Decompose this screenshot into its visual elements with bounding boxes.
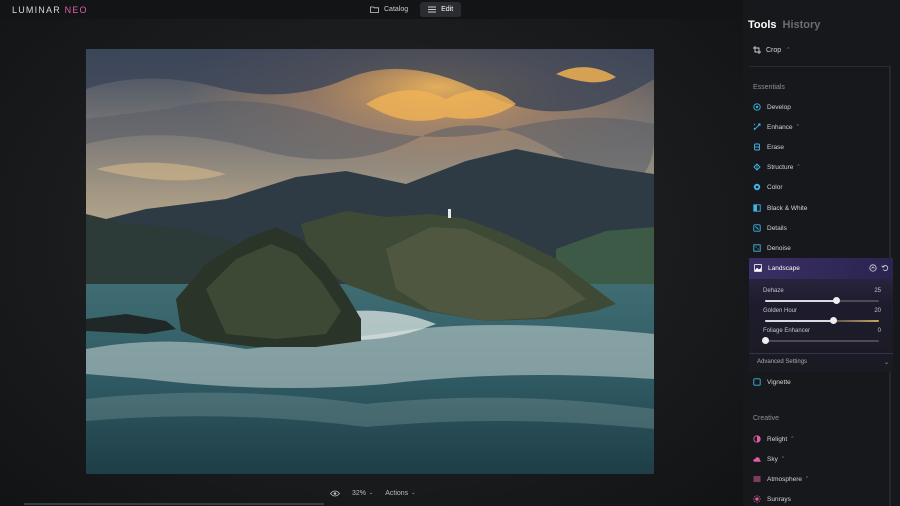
sliders-icon <box>428 6 437 13</box>
advanced-settings-toggle[interactable]: Advanced Settings ⌄ <box>757 359 889 366</box>
denoise-icon <box>753 244 761 252</box>
foliage-enhancer-value: 0 <box>877 328 881 334</box>
canvas-horizontal-scrollbar[interactable] <box>24 503 324 505</box>
slider-thumb[interactable] <box>762 337 769 344</box>
golden-hour-slider[interactable]: Golden Hour 20 <box>763 308 881 324</box>
foliage-enhancer-label: Foliage Enhancer <box>763 328 811 334</box>
landscape-header[interactable]: Landscape <box>749 258 893 279</box>
show-hide-icon[interactable] <box>869 264 877 272</box>
tools-panel: Tools History Crop ⌃ Essentials Develop … <box>743 0 900 506</box>
chevron-down-icon: ⌃ <box>786 47 791 53</box>
vignette-icon <box>753 378 761 386</box>
slider-track[interactable] <box>765 297 879 304</box>
panel-divider <box>749 66 889 67</box>
chevron-down-icon: ⌄ <box>411 490 416 496</box>
dehaze-slider[interactable]: Dehaze 25 <box>763 288 881 304</box>
chevron-down-icon: ⌃ <box>790 436 795 442</box>
erase-icon <box>753 143 761 151</box>
slider-thumb[interactable] <box>830 317 838 324</box>
photo-preview[interactable] <box>86 49 654 474</box>
slider-thumb[interactable] <box>833 297 841 304</box>
catalog-button[interactable]: Catalog <box>362 2 416 17</box>
chevron-down-icon: ⌃ <box>796 164 801 170</box>
details-icon <box>753 224 761 232</box>
tool-sunrays[interactable]: Sunrays <box>753 493 791 505</box>
slider-track[interactable] <box>765 317 879 324</box>
slider-track[interactable] <box>762 337 879 344</box>
edit-button[interactable]: Edit <box>420 2 462 17</box>
crop-icon <box>753 46 761 54</box>
tool-details[interactable]: Details <box>753 222 787 234</box>
dehaze-label: Dehaze <box>763 288 784 294</box>
landscape-label: Landscape <box>768 265 800 272</box>
preview-toggle[interactable] <box>330 490 340 497</box>
develop-icon <box>753 103 761 111</box>
enhance-icon <box>753 123 761 131</box>
creative-section-title: Creative <box>753 415 780 422</box>
mode-switcher: Catalog Edit <box>362 2 462 17</box>
tool-structure[interactable]: Structure ⌃ <box>753 161 801 173</box>
tool-vignette[interactable]: Vignette <box>753 376 791 388</box>
tool-enhance[interactable]: Enhance ⌃ <box>753 121 800 133</box>
panel-tabs: Tools History <box>748 19 820 31</box>
color-icon <box>753 183 761 191</box>
advanced-divider <box>749 353 893 354</box>
actions-dropdown[interactable]: Actions ⌄ <box>385 490 415 497</box>
chevron-down-icon: ⌃ <box>795 124 800 130</box>
advanced-settings-label: Advanced Settings <box>757 359 808 365</box>
chevron-down-icon: ⌃ <box>780 456 786 462</box>
essentials-section-title: Essentials <box>753 84 785 91</box>
tool-develop[interactable]: Develop <box>753 101 791 113</box>
tool-color[interactable]: Color <box>753 181 783 193</box>
black-white-icon <box>753 204 761 212</box>
landscape-icon <box>754 263 762 274</box>
chevron-down-icon: ⌃ <box>805 476 810 482</box>
tool-relight[interactable]: Relight ⌃ <box>753 433 794 445</box>
foliage-enhancer-slider[interactable]: Foliage Enhancer 0 <box>762 328 881 344</box>
canvas-bottombar: 32% ⌄ Actions ⌄ <box>330 487 415 499</box>
dehaze-value: 25 <box>874 288 881 294</box>
chevron-down-icon: ⌄ <box>369 490 374 496</box>
sky-icon <box>753 455 761 463</box>
structure-icon <box>753 163 761 171</box>
tool-sky[interactable]: Sky ⌃ <box>753 453 785 465</box>
chevron-down-icon: ⌄ <box>883 360 889 366</box>
tool-denoise[interactable]: Denoise <box>753 242 791 254</box>
tab-history[interactable]: History <box>783 19 821 31</box>
app-logo: LUMINAR NEO <box>12 5 88 15</box>
golden-hour-label: Golden Hour <box>763 308 798 314</box>
crop-label: Crop <box>766 46 782 54</box>
sunrays-icon <box>753 495 761 503</box>
golden-hour-value: 20 <box>874 308 881 314</box>
folder-icon <box>370 6 379 13</box>
landscape-tool-card: Landscape Dehaze 25 Golden Hour 20 Folia… <box>749 258 893 372</box>
atmosphere-icon <box>753 475 761 483</box>
zoom-dropdown[interactable]: 32% ⌄ <box>352 490 373 497</box>
zoom-value: 32% <box>352 489 367 497</box>
tab-tools[interactable]: Tools <box>748 19 777 31</box>
eye-icon <box>330 490 340 496</box>
tool-erase[interactable]: Erase <box>753 141 784 153</box>
reset-icon[interactable] <box>881 264 889 272</box>
tool-atmosphere[interactable]: Atmosphere ⌃ <box>753 473 809 485</box>
actions-label: Actions <box>385 489 409 497</box>
crop-tool[interactable]: Crop ⌃ <box>753 46 790 54</box>
relight-icon <box>753 435 761 443</box>
tool-black-white[interactable]: Black & White <box>753 202 807 214</box>
